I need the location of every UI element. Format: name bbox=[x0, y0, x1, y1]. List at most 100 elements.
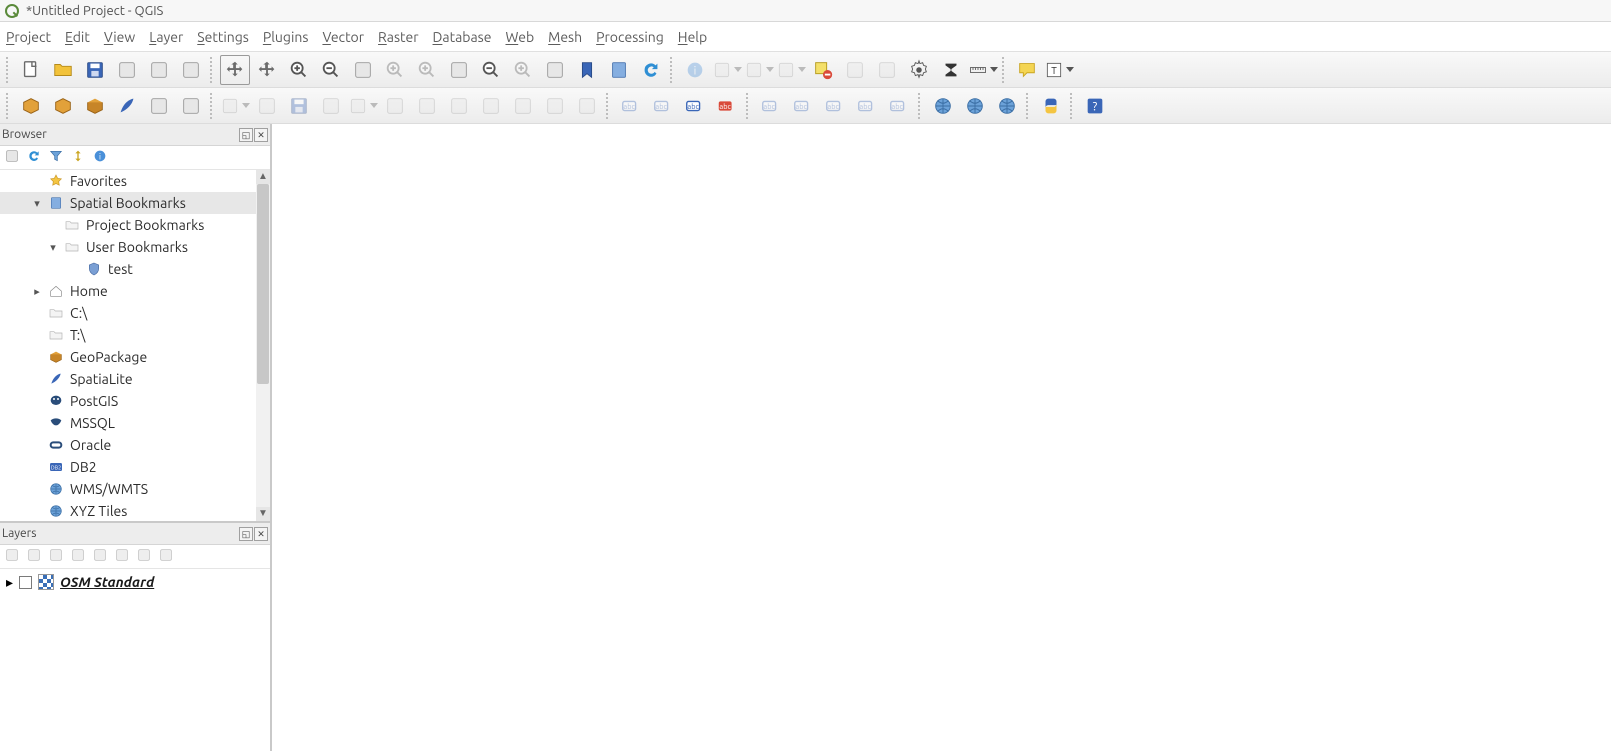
copy-features-button[interactable] bbox=[476, 91, 506, 121]
label-pin-button[interactable] bbox=[756, 91, 786, 121]
menu-help[interactable]: Help bbox=[678, 29, 707, 45]
layer-visibility-checkbox[interactable] bbox=[19, 576, 32, 589]
remove-icon[interactable] bbox=[158, 547, 174, 567]
new-virtual-button[interactable] bbox=[176, 91, 206, 121]
browser-item-mssql[interactable]: MSSQL bbox=[0, 412, 270, 434]
label-layer-button[interactable] bbox=[680, 91, 710, 121]
zoom-out-button[interactable] bbox=[316, 55, 346, 85]
browser-item-test[interactable]: test bbox=[0, 258, 270, 280]
zoom-full-button[interactable] bbox=[348, 55, 378, 85]
panel-close-icon[interactable]: ✕ bbox=[254, 128, 268, 142]
move-feature-button[interactable] bbox=[348, 91, 378, 121]
zoom-last-button[interactable] bbox=[476, 55, 506, 85]
redo-button[interactable] bbox=[572, 91, 602, 121]
web-search-button[interactable] bbox=[992, 91, 1022, 121]
browser-item-postgis[interactable]: PostGIS bbox=[0, 390, 270, 412]
zoom-in-button[interactable] bbox=[284, 55, 314, 85]
new-map-view-button[interactable] bbox=[540, 55, 570, 85]
zoom-selection-button[interactable] bbox=[380, 55, 410, 85]
zoom-layer-button[interactable] bbox=[412, 55, 442, 85]
save-project-button[interactable] bbox=[80, 55, 110, 85]
new-geopackage-button[interactable] bbox=[80, 91, 110, 121]
scroll-thumb[interactable] bbox=[257, 184, 269, 384]
browser-tree[interactable]: Favorites▾Spatial BookmarksProject Bookm… bbox=[0, 170, 270, 521]
stats-button[interactable] bbox=[936, 55, 966, 85]
add-feature-button[interactable] bbox=[316, 91, 346, 121]
label-move-button[interactable] bbox=[820, 91, 850, 121]
browser-item-spatialite[interactable]: SpatiaLite bbox=[0, 368, 270, 390]
refresh-button[interactable] bbox=[636, 55, 666, 85]
layers-tree[interactable]: ▸OSM Standard bbox=[0, 569, 270, 751]
manage-visibility-icon[interactable] bbox=[48, 547, 64, 567]
show-layout-manager-button[interactable] bbox=[144, 55, 174, 85]
browser-item-wms-wmts[interactable]: WMS/WMTS bbox=[0, 478, 270, 500]
add-vector-layer-button[interactable] bbox=[16, 91, 46, 121]
label-change-button[interactable] bbox=[884, 91, 914, 121]
menu-mesh[interactable]: Mesh bbox=[548, 29, 582, 45]
filter-icon[interactable] bbox=[48, 148, 64, 168]
properties-icon[interactable] bbox=[92, 148, 108, 168]
zoom-native-button[interactable] bbox=[444, 55, 474, 85]
measure-button[interactable] bbox=[968, 55, 998, 85]
toolbox-button[interactable] bbox=[904, 55, 934, 85]
python-console-button[interactable] bbox=[1036, 91, 1066, 121]
open-style-icon[interactable] bbox=[4, 547, 20, 567]
new-shapefile-button[interactable] bbox=[48, 91, 78, 121]
browser-item-favorites[interactable]: Favorites bbox=[0, 170, 270, 192]
text-annotation-button[interactable] bbox=[1044, 55, 1074, 85]
help-button[interactable] bbox=[1080, 91, 1110, 121]
identify-button[interactable] bbox=[680, 55, 710, 85]
browser-item-home[interactable]: ▸Home bbox=[0, 280, 270, 302]
pan-to-selection-button[interactable] bbox=[252, 55, 282, 85]
browser-item-c-[interactable]: C:\ bbox=[0, 302, 270, 324]
style-manager-button[interactable] bbox=[176, 55, 206, 85]
node-tool-button[interactable] bbox=[380, 91, 410, 121]
label-diagram-button[interactable] bbox=[648, 91, 678, 121]
expand-icon[interactable] bbox=[92, 547, 108, 567]
new-print-layout-button[interactable] bbox=[112, 55, 142, 85]
panel-close-icon[interactable]: ✕ bbox=[254, 527, 268, 541]
menu-layer[interactable]: Layer bbox=[149, 29, 183, 45]
metasearch-button[interactable] bbox=[928, 91, 958, 121]
web-wms-button[interactable] bbox=[960, 91, 990, 121]
add-group-icon[interactable] bbox=[26, 547, 42, 567]
zoom-next-button[interactable] bbox=[508, 55, 538, 85]
browser-item-geopackage[interactable]: GeoPackage bbox=[0, 346, 270, 368]
browser-item-t-[interactable]: T:\ bbox=[0, 324, 270, 346]
scroll-up-icon[interactable]: ▲ bbox=[256, 170, 270, 184]
menu-edit[interactable]: Edit bbox=[65, 29, 90, 45]
new-temp-scratch-button[interactable] bbox=[144, 91, 174, 121]
refresh-icon[interactable] bbox=[26, 148, 42, 168]
map-tips-button[interactable] bbox=[1012, 55, 1042, 85]
expand-icon[interactable]: ▸ bbox=[32, 285, 42, 298]
cut-features-button[interactable] bbox=[444, 91, 474, 121]
menu-project[interactable]: Project bbox=[6, 29, 51, 45]
attr-table-button[interactable] bbox=[840, 55, 870, 85]
undo-button[interactable] bbox=[540, 91, 570, 121]
layers-panel-header[interactable]: Layers ◱ ✕ bbox=[0, 523, 270, 545]
action-button[interactable] bbox=[712, 55, 742, 85]
new-project-button[interactable] bbox=[16, 55, 46, 85]
menu-settings[interactable]: Settings bbox=[197, 29, 249, 45]
expand-icon[interactable]: ▾ bbox=[32, 197, 42, 210]
toggle-edit-button[interactable] bbox=[252, 91, 282, 121]
collapse-icon[interactable] bbox=[70, 148, 86, 168]
map-canvas[interactable] bbox=[272, 124, 1611, 751]
new-spatialite-button[interactable] bbox=[112, 91, 142, 121]
layer-item[interactable]: ▸OSM Standard bbox=[0, 571, 270, 593]
expand-icon[interactable]: ▾ bbox=[48, 241, 58, 254]
add-layer-icon[interactable] bbox=[4, 148, 20, 168]
current-edits-button[interactable] bbox=[220, 91, 250, 121]
menu-processing[interactable]: Processing bbox=[596, 29, 664, 45]
pan-map-button[interactable] bbox=[220, 55, 250, 85]
field-calc-button[interactable] bbox=[872, 55, 902, 85]
save-edits-button[interactable] bbox=[284, 91, 314, 121]
label-none-button[interactable] bbox=[616, 91, 646, 121]
label-rule-button[interactable] bbox=[712, 91, 742, 121]
select-features-button[interactable] bbox=[744, 55, 774, 85]
menu-web[interactable]: Web bbox=[505, 29, 534, 45]
menu-plugins[interactable]: Plugins bbox=[263, 29, 309, 45]
filter-legend-icon[interactable] bbox=[70, 547, 86, 567]
label-highlight-button[interactable] bbox=[788, 91, 818, 121]
browser-item-user-bookmarks[interactable]: ▾User Bookmarks bbox=[0, 236, 270, 258]
